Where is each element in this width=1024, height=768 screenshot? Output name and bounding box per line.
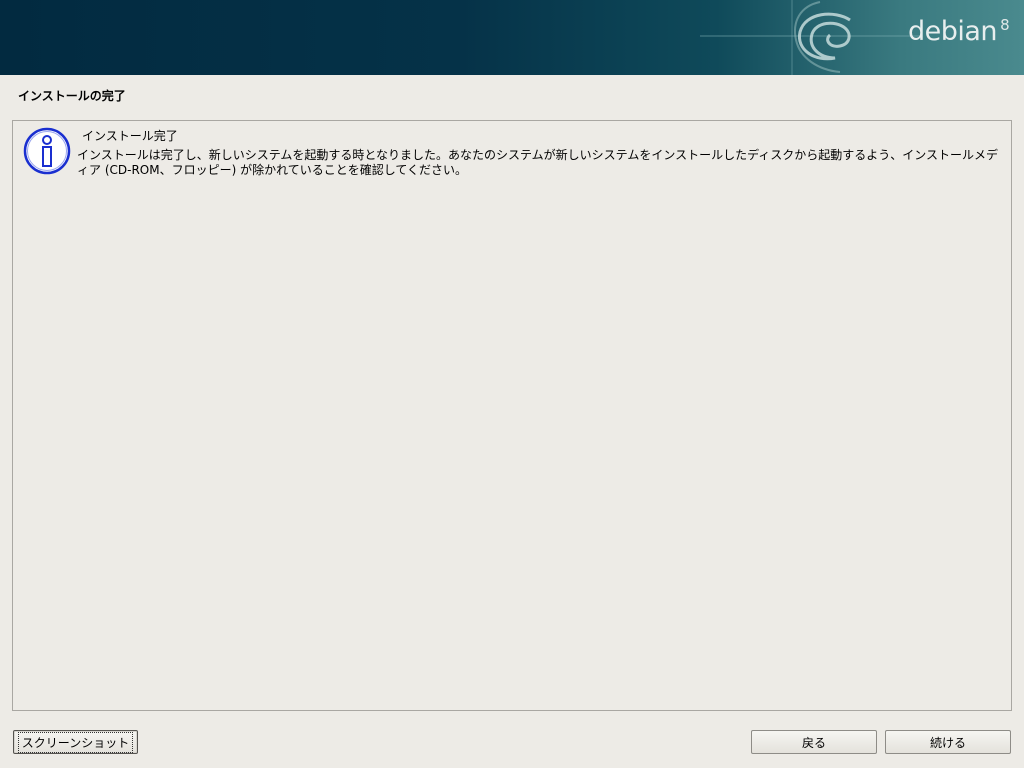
message-body: インストールは完了し、新しいシステムを起動する時となりました。あなたのシステムが… xyxy=(77,148,999,177)
screenshot-button[interactable]: スクリーンショット xyxy=(13,730,138,754)
page-title: インストールの完了 xyxy=(18,89,126,103)
brand-version: 8 xyxy=(1000,16,1010,34)
debian-wordmark: debian 8 xyxy=(908,16,1010,47)
brand-name: debian xyxy=(908,16,998,47)
back-button[interactable]: 戻る xyxy=(751,730,877,754)
message-heading: インストール完了 xyxy=(82,129,178,143)
header-banner: debian 8 xyxy=(0,0,1024,75)
screenshot-button-label: スクリーンショット xyxy=(17,731,134,753)
continue-button[interactable]: 続ける xyxy=(885,730,1011,754)
info-icon xyxy=(23,127,71,175)
message-panel: インストール完了 インストールは完了し、新しいシステムを起動する時となりました。… xyxy=(12,120,1012,711)
debian-swirl-logo xyxy=(700,0,920,75)
